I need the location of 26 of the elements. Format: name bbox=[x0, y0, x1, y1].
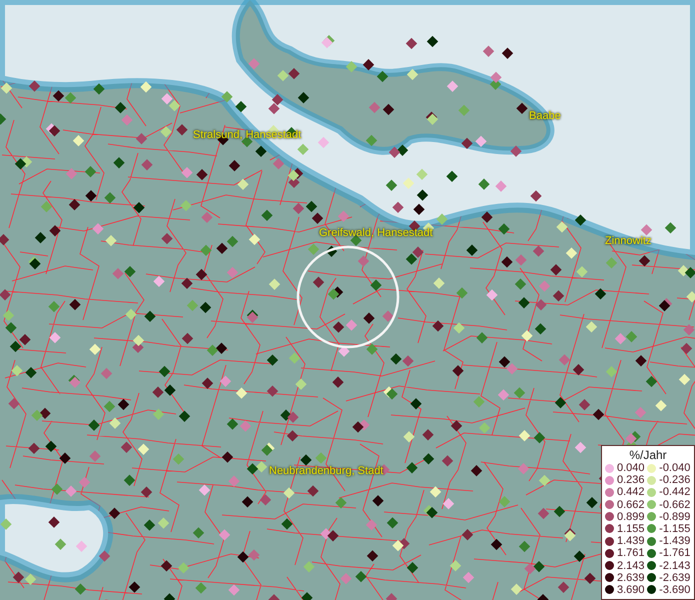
legend-value: -0.040 bbox=[659, 462, 690, 474]
legend-value: 0.662 bbox=[617, 498, 645, 511]
legend-value: -0.236 bbox=[659, 474, 690, 486]
place-label: Baabe bbox=[529, 110, 561, 122]
legend-value: -1.439 bbox=[659, 535, 690, 548]
legend-value: -0.662 bbox=[659, 498, 690, 511]
legend-value: -0.442 bbox=[659, 486, 690, 498]
legend-value: 3.690 bbox=[617, 584, 645, 596]
legend-value: -0.899 bbox=[659, 510, 690, 523]
legend-value: 1.155 bbox=[617, 522, 645, 535]
legend-value: 0.899 bbox=[617, 510, 645, 523]
legend-value: -1.155 bbox=[659, 522, 690, 535]
legend-title: %/Jahr bbox=[628, 448, 668, 462]
legend-value: -2.639 bbox=[659, 572, 690, 584]
legend-value: 2.639 bbox=[617, 572, 645, 584]
selection-circle[interactable] bbox=[296, 246, 400, 348]
legend-value: 2.143 bbox=[617, 560, 645, 572]
legend-value: 0.442 bbox=[617, 486, 645, 498]
legend-value: -2.143 bbox=[659, 560, 690, 572]
legend-value: 1.761 bbox=[617, 547, 645, 560]
legend-value: 0.040 bbox=[617, 462, 645, 474]
legend-value: -3.690 bbox=[659, 584, 690, 596]
legend-value: 1.439 bbox=[617, 535, 645, 548]
legend-value: -1.761 bbox=[659, 547, 690, 560]
place-label: Zinnowitz bbox=[605, 235, 652, 247]
legend-value: 0.236 bbox=[617, 474, 645, 486]
